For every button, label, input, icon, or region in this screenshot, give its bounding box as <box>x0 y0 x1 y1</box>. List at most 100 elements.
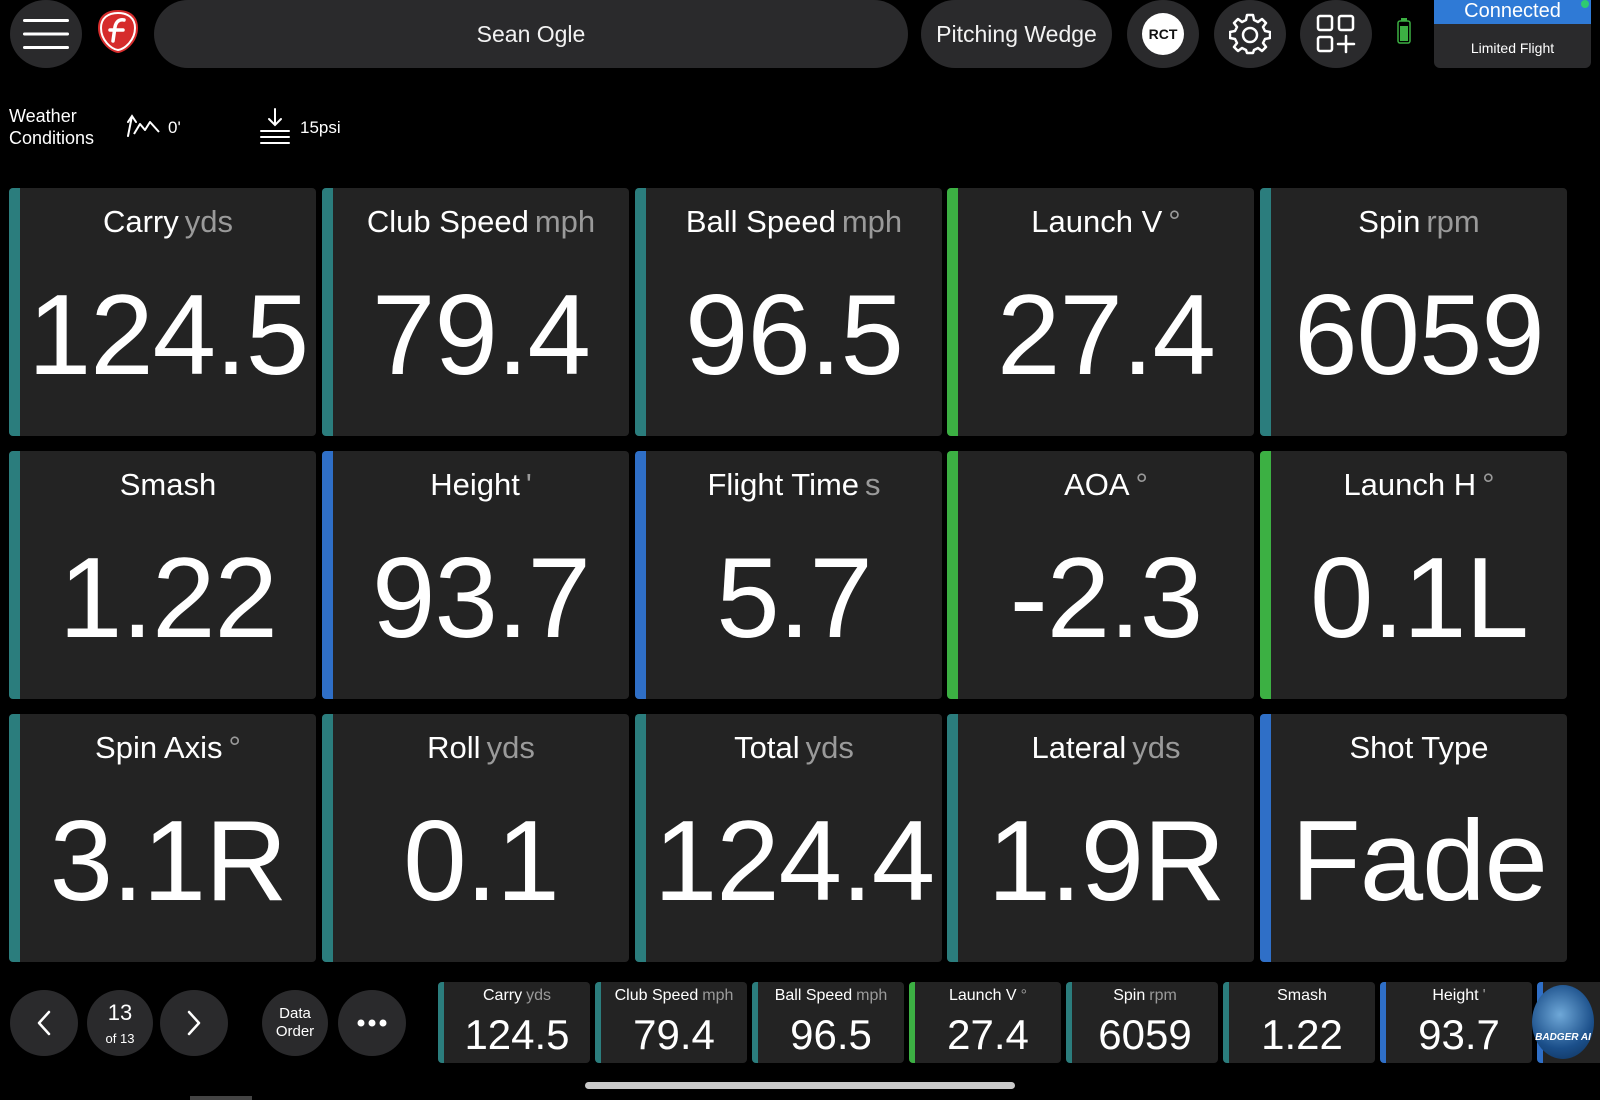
strip-metric-value: 1.22 <box>1261 1011 1343 1058</box>
strip-metric-label: Height <box>1432 987 1479 1004</box>
strip-metric-height[interactable]: Height ' 93.7 <box>1380 982 1532 1063</box>
metric-header: AOA ° <box>958 467 1254 503</box>
chevron-left-icon <box>37 1010 51 1036</box>
strip-metric-value: 79.4 <box>633 1011 715 1058</box>
data-order-button[interactable]: Data Order <box>262 990 328 1056</box>
metric-tile-roll[interactable]: Roll yds 0.1 <box>322 714 629 962</box>
metric-header: Spin rpm <box>1271 204 1567 240</box>
strip-metric-carry[interactable]: Carry yds 124.5 <box>438 982 590 1063</box>
metric-header: Shot Type <box>1271 730 1567 766</box>
shot-total: of 13 <box>105 1030 135 1046</box>
player-selector[interactable]: Sean Ogle <box>154 0 908 68</box>
badger-ai-badge[interactable]: BADGER AI <box>1532 985 1594 1059</box>
metric-label: Shot Type <box>1349 730 1489 765</box>
metric-header: Total yds <box>646 730 942 766</box>
metric-header: Ball Speed mph <box>646 204 942 240</box>
metric-header: Height ' <box>333 467 629 503</box>
connection-status[interactable]: Connected Limited Flight <box>1434 0 1591 68</box>
metric-accent-bar <box>635 451 646 699</box>
strip-metric-unit: mph <box>702 987 734 1004</box>
connection-dot <box>1581 0 1589 8</box>
metric-tile-club-speed[interactable]: Club Speed mph 79.4 <box>322 188 629 436</box>
metric-unit: rpm <box>1426 204 1480 239</box>
metric-header: Roll yds <box>333 730 629 766</box>
metric-value: -2.3 <box>1009 535 1203 662</box>
strip-metric-value: 124.5 <box>464 1011 570 1058</box>
menu-button[interactable] <box>10 0 82 68</box>
metric-unit: ° <box>228 730 241 765</box>
flight-mode: Limited Flight <box>1470 40 1555 56</box>
strip-metric-unit: yds <box>526 987 551 1004</box>
strip-metric-label: Spin <box>1113 987 1146 1004</box>
metric-tile-carry[interactable]: Carry yds 124.5 <box>9 188 316 436</box>
metric-label: Spin <box>1358 204 1421 239</box>
metric-header: Carry yds <box>20 204 316 240</box>
strip-metric-label: Carry <box>482 987 523 1004</box>
metric-tile-aoa[interactable]: AOA ° -2.3 <box>947 451 1254 699</box>
shot-counter[interactable]: 13 of 13 <box>87 990 153 1056</box>
metric-tile-launch-v[interactable]: Launch V ° 27.4 <box>947 188 1254 436</box>
settings-button[interactable] <box>1214 0 1286 68</box>
rct-button[interactable]: RCT <box>1127 0 1199 68</box>
metric-accent-bar <box>1260 451 1271 699</box>
strip-metric-unit: mph <box>856 987 888 1004</box>
data-order-label-line2: Order <box>275 1023 315 1040</box>
metric-tile-flight-time[interactable]: Flight Time s 5.7 <box>635 451 942 699</box>
player-name: Sean Ogle <box>476 20 586 47</box>
strip-metric-header: Club Speed mph <box>601 987 747 1005</box>
metric-header: Club Speed mph <box>333 204 629 240</box>
metric-accent-bar <box>635 188 646 436</box>
club-selector[interactable]: Pitching Wedge <box>921 0 1112 68</box>
shot-data-strip[interactable]: Carry yds 124.5 Club Speed mph 79.4 Ball Speed… <box>438 975 1600 1075</box>
metric-header: Spin Axis ° <box>20 730 316 766</box>
metric-tile-shot-type[interactable]: Shot Type Fade <box>1260 714 1567 962</box>
metric-accent-bar <box>947 451 958 699</box>
strip-metric-ball-speed[interactable]: Ball Speed mph 96.5 <box>752 982 904 1063</box>
metric-label: Ball Speed <box>685 204 836 239</box>
metric-header: Smash <box>20 467 316 503</box>
metric-value: 93.7 <box>372 535 591 662</box>
layout-button[interactable] <box>1300 0 1372 68</box>
altitude-icon <box>126 114 162 143</box>
metric-tile-lateral[interactable]: Lateral yds 1.9R <box>947 714 1254 962</box>
metric-unit: yds <box>486 730 535 765</box>
previous-shot-button[interactable] <box>10 990 78 1056</box>
weather-label-line1: Weather <box>9 106 77 126</box>
chevron-right-icon <box>187 1010 201 1036</box>
metric-value: 0.1 <box>403 798 559 925</box>
metric-tile-launch-h[interactable]: Launch H ° 0.1L <box>1260 451 1567 699</box>
strip-metric-smash[interactable]: Smash 1.22 <box>1223 982 1375 1063</box>
weather-conditions-label[interactable]: Weather Conditions <box>9 105 94 149</box>
metric-header: Launch V ° <box>958 204 1254 240</box>
metric-tile-height[interactable]: Height ' 93.7 <box>322 451 629 699</box>
metric-value: 1.22 <box>59 535 278 662</box>
metric-label: Launch V <box>1031 204 1163 239</box>
home-indicator[interactable] <box>585 1082 1015 1089</box>
metric-accent-bar <box>947 714 958 962</box>
metric-value: 96.5 <box>685 272 904 399</box>
more-options-button[interactable] <box>338 990 406 1056</box>
battery-icon <box>1397 18 1411 44</box>
strip-metric-value: 96.5 <box>790 1011 872 1058</box>
next-shot-button[interactable] <box>160 990 228 1056</box>
metric-tile-ball-speed[interactable]: Ball Speed mph 96.5 <box>635 188 942 436</box>
metric-unit: yds <box>1132 730 1181 765</box>
strip-metric-spin[interactable]: Spin rpm 6059 <box>1066 982 1218 1063</box>
metric-label: Spin Axis <box>95 730 223 765</box>
metric-value: 1.9R <box>987 798 1226 925</box>
metric-label: Smash <box>119 467 217 502</box>
strip-metric-header: Spin rpm <box>1072 987 1218 1005</box>
strip-metric-club-speed[interactable]: Club Speed mph 79.4 <box>595 982 747 1063</box>
metric-tile-smash[interactable]: Smash 1.22 <box>9 451 316 699</box>
strip-metric-label: Launch V <box>948 987 1017 1004</box>
metric-header: Flight Time s <box>646 467 942 503</box>
metric-tile-spin-axis[interactable]: Spin Axis ° 3.1R <box>9 714 316 962</box>
strip-metric-launch-v[interactable]: Launch V ° 27.4 <box>909 982 1061 1063</box>
metric-tile-total[interactable]: Total yds 124.4 <box>635 714 942 962</box>
page-indicator <box>190 1096 252 1100</box>
weather-label-line2: Conditions <box>9 128 95 148</box>
connection-state: Connected <box>1434 0 1591 24</box>
metric-tile-spin[interactable]: Spin rpm 6059 <box>1260 188 1567 436</box>
badger-ai-label: BADGER AI <box>1535 1032 1591 1043</box>
metric-accent-bar <box>1260 188 1271 436</box>
